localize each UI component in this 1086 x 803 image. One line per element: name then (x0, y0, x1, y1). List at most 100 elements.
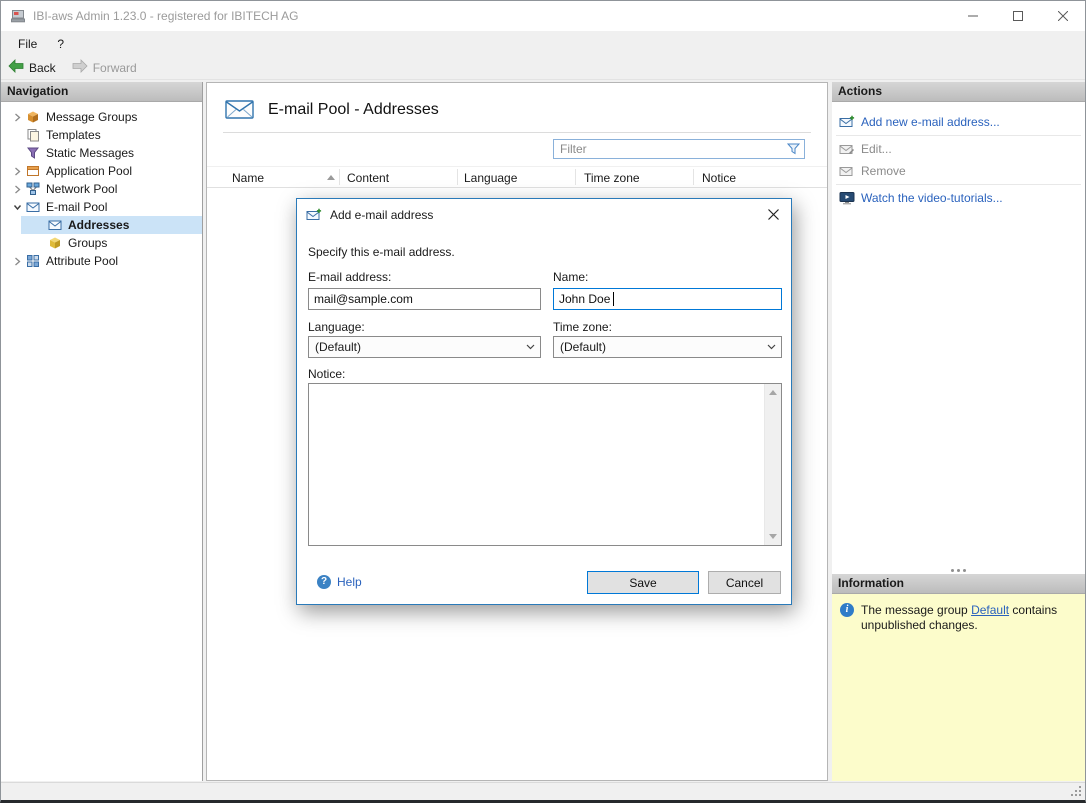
cube-orange-icon (25, 109, 41, 125)
page-title: E-mail Pool - Addresses (268, 100, 439, 118)
envelope-icon (47, 217, 63, 233)
sidebar-item-application-pool[interactable]: Application Pool (1, 162, 202, 180)
window-title: IBI-aws Admin 1.23.0 - registered for IB… (33, 9, 299, 23)
help-link[interactable]: Help (317, 575, 362, 589)
sort-ascending-icon (327, 175, 335, 180)
main-header: E-mail Pool - Addresses (223, 83, 811, 133)
column-header-name[interactable]: Name (232, 171, 264, 185)
timezone-select[interactable]: (Default) (553, 336, 782, 358)
sidebar-item-message-groups[interactable]: Message Groups (1, 108, 202, 126)
dialog-close-icon[interactable] (755, 199, 791, 229)
minimize-button[interactable] (950, 1, 995, 31)
timezone-label: Time zone: (553, 320, 612, 334)
navigation-tree: Message Groups Templates Static Messages… (1, 102, 202, 270)
funnel-purple-icon (25, 145, 41, 161)
column-divider (457, 169, 458, 185)
action-add-email[interactable]: Add new e-mail address... (832, 112, 1085, 132)
video-icon (838, 191, 855, 205)
forward-arrow-icon (72, 59, 88, 76)
action-watch-video-tutorials[interactable]: Watch the video-tutorials... (832, 188, 1085, 208)
column-header-language[interactable]: Language (464, 171, 517, 185)
column-header-notice[interactable]: Notice (702, 171, 736, 185)
divider (836, 135, 1081, 136)
cube-yellow-icon (47, 235, 63, 251)
text-caret (613, 292, 614, 306)
sidebar-item-addresses[interactable]: Addresses (21, 216, 202, 234)
navigation-panel: Navigation Message Groups Templates Stat… (1, 82, 203, 781)
chevron-placeholder (9, 145, 25, 161)
menu-help[interactable]: ? (47, 34, 74, 54)
filter-funnel-icon[interactable] (787, 143, 800, 155)
name-field-wrapper (553, 288, 782, 310)
email-pool-icon (225, 96, 255, 123)
scroll-up-icon[interactable] (765, 384, 781, 401)
scrollbar[interactable] (764, 384, 781, 545)
sidebar-item-label: Application Pool (46, 164, 133, 178)
envelope-edit-icon (838, 142, 855, 156)
back-button[interactable]: Back (8, 59, 56, 76)
help-label: Help (337, 575, 362, 589)
envelope-add-icon (838, 115, 855, 129)
chevron-right-icon[interactable] (9, 163, 25, 179)
information-panel: The message group Default contains unpub… (832, 594, 1085, 781)
column-header-timezone[interactable]: Time zone (584, 171, 640, 185)
maximize-button[interactable] (995, 1, 1040, 31)
app-window-icon (25, 163, 41, 179)
network-icon (25, 181, 41, 197)
info-icon (840, 603, 854, 617)
email-field[interactable] (308, 288, 541, 310)
sidebar-item-static-messages[interactable]: Static Messages (1, 144, 202, 162)
action-edit[interactable]: Edit... (832, 139, 1085, 159)
window-controls (950, 1, 1085, 31)
sidebar-item-label: Attribute Pool (46, 254, 119, 268)
filter-box (553, 139, 805, 159)
column-divider (575, 169, 576, 185)
language-label: Language: (308, 320, 365, 334)
chevron-right-icon[interactable] (9, 181, 25, 197)
sidebar-item-templates[interactable]: Templates (1, 126, 202, 144)
timezone-selected-value: (Default) (560, 340, 607, 354)
attribute-grid-icon (25, 253, 41, 269)
action-label: Remove (861, 164, 906, 178)
language-select[interactable]: (Default) (308, 336, 541, 358)
sidebar-item-label: Groups (68, 236, 108, 250)
save-button[interactable]: Save (587, 571, 699, 594)
cancel-button[interactable]: Cancel (708, 571, 781, 594)
column-header-content[interactable]: Content (347, 171, 389, 185)
default-message-group-link[interactable]: Default (971, 603, 1009, 617)
actions-list: Add new e-mail address... Edit... Remove… (832, 102, 1085, 562)
right-panel: Actions Add new e-mail address... Edit..… (832, 82, 1085, 781)
action-label: Watch the video-tutorials... (861, 191, 1003, 205)
dialog-titlebar: Add e-mail address (297, 199, 791, 231)
sidebar-item-email-pool[interactable]: E-mail Pool (1, 198, 202, 216)
menu-file[interactable]: File (8, 34, 47, 54)
sidebar-item-groups[interactable]: Groups (1, 234, 202, 252)
chevron-down-icon[interactable] (9, 199, 25, 215)
notice-textarea[interactable] (308, 383, 782, 546)
chevron-right-icon[interactable] (9, 109, 25, 125)
sidebar-item-network-pool[interactable]: Network Pool (1, 180, 202, 198)
forward-button[interactable]: Forward (72, 59, 137, 76)
menubar: File ? (1, 31, 1085, 56)
name-field[interactable] (553, 288, 782, 310)
information-message: The message group Default contains unpub… (861, 603, 1075, 633)
app-window: IBI-aws Admin 1.23.0 - registered for IB… (0, 0, 1086, 803)
scroll-down-icon[interactable] (765, 528, 781, 545)
close-button[interactable] (1040, 1, 1085, 31)
dialog-title: Add e-mail address (330, 208, 434, 222)
resize-grip-icon[interactable] (1071, 786, 1081, 796)
filter-row (207, 133, 827, 166)
sidebar-item-label: E-mail Pool (46, 200, 108, 214)
back-label: Back (29, 60, 56, 75)
sidebar-item-attribute-pool[interactable]: Attribute Pool (1, 252, 202, 270)
templates-icon (25, 127, 41, 143)
navigation-header: Navigation (1, 82, 202, 102)
envelope-remove-icon (838, 164, 855, 178)
sidebar-item-label: Addresses (68, 218, 130, 232)
chevron-down-icon (520, 344, 540, 350)
filter-input[interactable] (554, 142, 787, 156)
envelope-icon (25, 199, 41, 215)
sidebar-item-label: Static Messages (46, 146, 135, 160)
chevron-right-icon[interactable] (9, 253, 25, 269)
action-remove[interactable]: Remove (832, 161, 1085, 181)
